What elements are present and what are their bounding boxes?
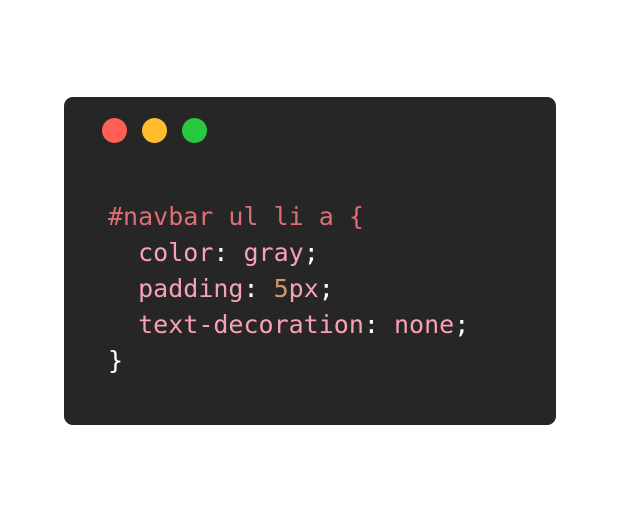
code-line-5: } xyxy=(108,343,469,379)
css-value-none: none xyxy=(394,310,455,339)
css-value-number: 5 xyxy=(273,274,289,303)
minimize-button[interactable] xyxy=(142,118,167,143)
brace-open: { xyxy=(333,202,364,231)
code-block: #navbar ul li a { color: gray; padding: … xyxy=(108,199,469,379)
css-value-gray: gray xyxy=(243,238,304,267)
code-line-3: padding: 5px; xyxy=(108,271,469,307)
css-property-padding: padding xyxy=(138,274,244,303)
semicolon: ; xyxy=(454,310,470,339)
semicolon: ; xyxy=(318,274,334,303)
close-button[interactable] xyxy=(102,118,127,143)
semicolon: ; xyxy=(303,238,319,267)
code-line-1: #navbar ul li a { xyxy=(108,199,469,235)
maximize-button[interactable] xyxy=(182,118,207,143)
colon: : xyxy=(213,238,244,267)
colon: : xyxy=(363,310,394,339)
code-line-4: text-decoration: none; xyxy=(108,307,469,343)
css-property-color: color xyxy=(138,238,214,267)
colon: : xyxy=(243,274,274,303)
code-window: #navbar ul li a { color: gray; padding: … xyxy=(64,97,556,425)
window-controls xyxy=(102,118,207,143)
css-value-unit: px xyxy=(288,274,319,303)
brace-close: } xyxy=(108,346,124,375)
code-line-2: color: gray; xyxy=(108,235,469,271)
css-selector: #navbar ul li a xyxy=(108,202,334,231)
css-property-text-decoration: text-decoration xyxy=(138,310,364,339)
